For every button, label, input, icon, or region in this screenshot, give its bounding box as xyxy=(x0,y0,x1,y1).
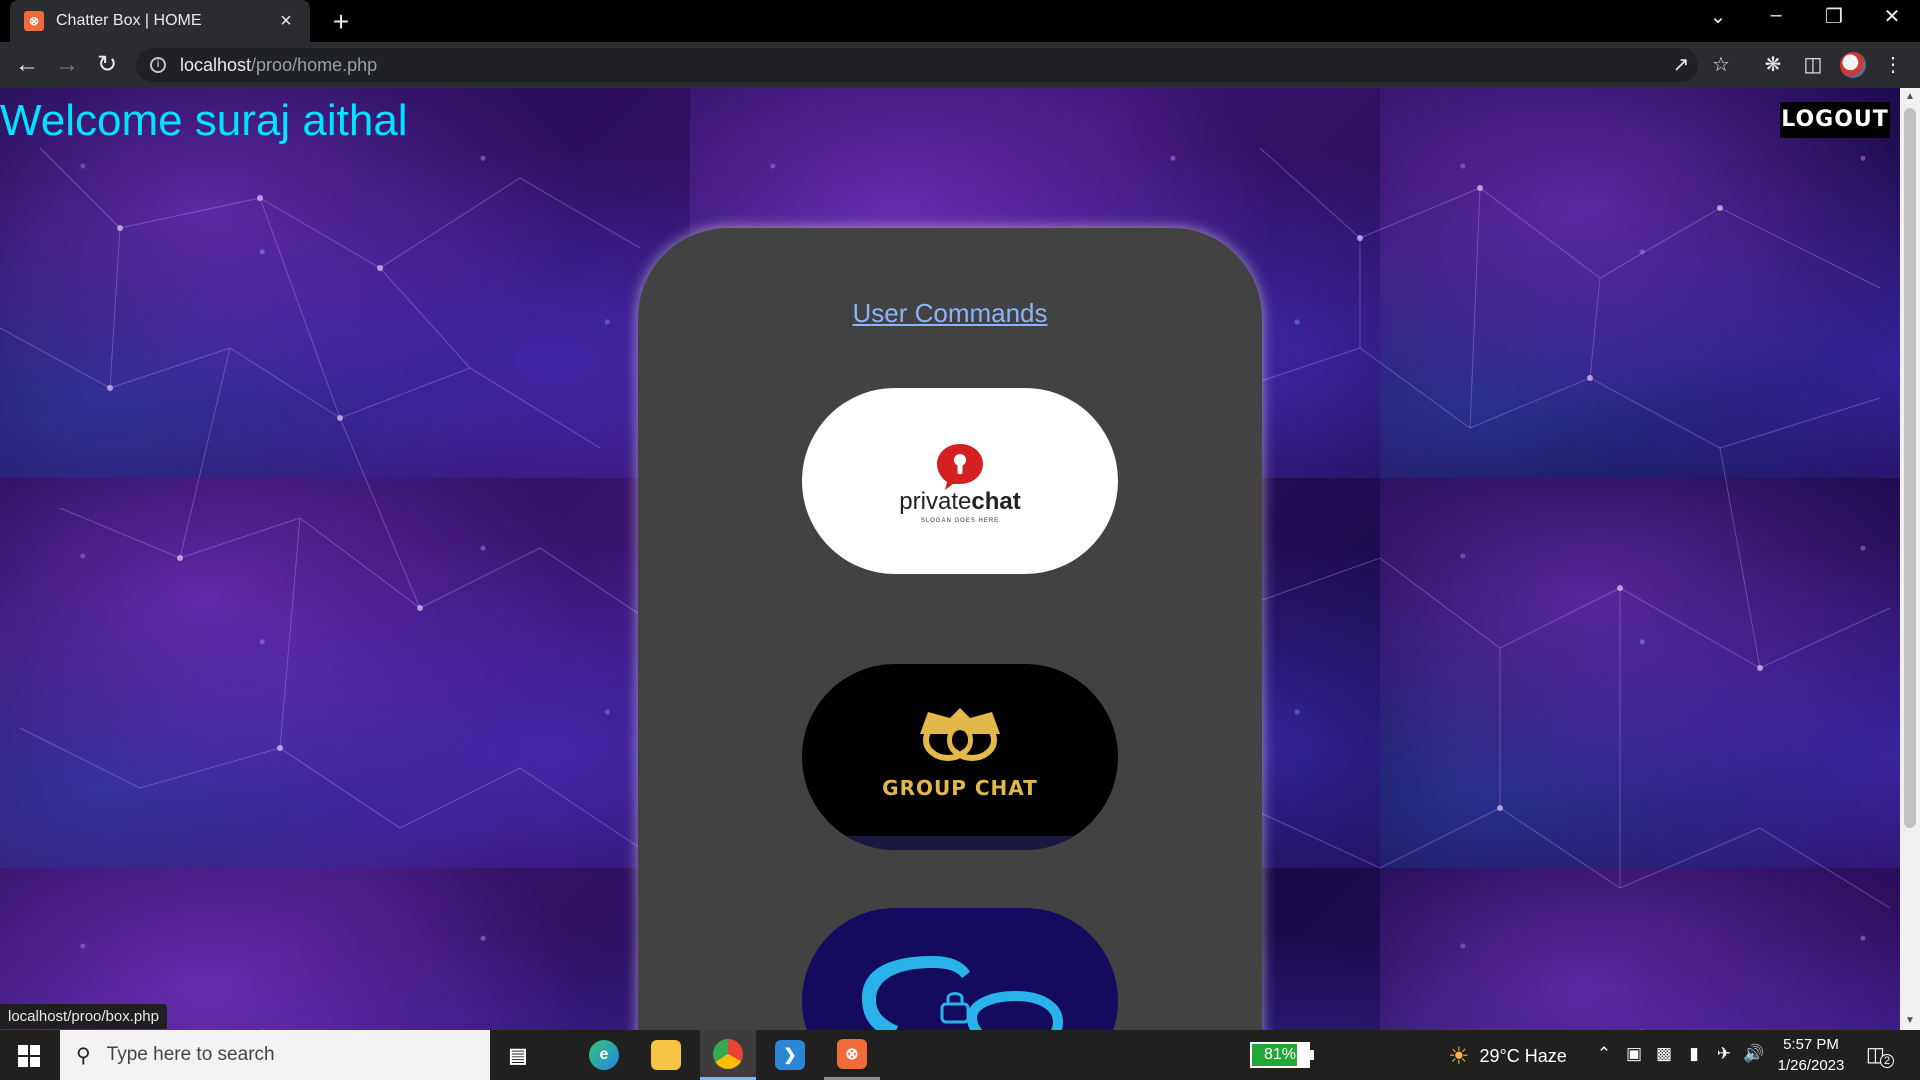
edge-icon: e xyxy=(589,1040,619,1070)
xampp-favicon-icon: ⊗ xyxy=(24,11,44,31)
tab-active[interactable]: ⊗ Chatter Box | HOME × xyxy=(10,0,310,42)
windows-start-icon[interactable] xyxy=(18,1045,40,1067)
private-chat-slogan: SLOGAN GOES HERE xyxy=(920,518,1000,524)
airplane-mode-icon[interactable]: ✈ xyxy=(1712,1044,1736,1064)
scroll-thumb[interactable] xyxy=(1904,108,1916,828)
task-view-button[interactable]: ▤ xyxy=(490,1030,546,1080)
volume-icon[interactable]: 🔊 xyxy=(1742,1044,1766,1064)
url-path: /proo/home.php xyxy=(251,54,378,75)
clock-time: 5:57 PM xyxy=(1783,1036,1839,1053)
private-chat-card[interactable]: privatechat SLOGAN GOES HERE xyxy=(802,388,1118,574)
notification-center-icon[interactable]: ◫ 2 xyxy=(1866,1042,1894,1068)
share-icon[interactable]: ↗ xyxy=(1668,52,1694,77)
logout-button[interactable]: LOGOUT xyxy=(1780,102,1890,138)
system-clock[interactable]: 5:57 PM 1/26/2023 xyxy=(1766,1034,1856,1076)
chrome-icon xyxy=(713,1038,743,1069)
browser-toolbar: ← → ↻ i localhost /proo/home.php ↗ ☆ ❋ ◫… xyxy=(0,42,1920,88)
page-scrollbar[interactable]: ▲ ▼ xyxy=(1900,88,1920,1030)
taskbar-search-box[interactable]: ⚲ Type here to search xyxy=(60,1030,490,1080)
menu-kebab-icon[interactable]: ⋮ xyxy=(1878,50,1908,80)
taskbar-chrome[interactable] xyxy=(700,1030,756,1080)
task-view-icon: ▤ xyxy=(508,1044,528,1067)
weather-widget[interactable]: ☀ 29°C Haze xyxy=(1448,1042,1567,1071)
user-commands-panel: User Commands privatechat SLOGAN GOES HE… xyxy=(638,228,1262,1030)
tab-strip: ⊗ Chatter Box | HOME × + ⌄ – ❐ ✕ xyxy=(0,0,1920,42)
group-chat-wordmark: GROUP CHAT xyxy=(882,776,1038,800)
battery-nub xyxy=(1310,1050,1314,1060)
scroll-up-arrow-icon[interactable]: ▲ xyxy=(1900,88,1920,106)
minimize-button[interactable]: – xyxy=(1756,4,1796,27)
private-chat-name-light: private xyxy=(899,488,972,515)
profile-avatar[interactable] xyxy=(1840,52,1866,78)
show-hidden-icons-chevron-icon[interactable]: ⌃ xyxy=(1592,1044,1616,1064)
side-panel-icon[interactable]: ◫ xyxy=(1798,50,1828,80)
extensions-puzzle-icon[interactable]: ❋ xyxy=(1758,50,1788,80)
taskbar-xampp[interactable]: ⊗ xyxy=(824,1030,880,1080)
tab-search-chevron-icon[interactable]: ⌄ xyxy=(1698,4,1738,29)
status-bar-url: localhost/proo/box.php xyxy=(0,1004,167,1029)
group-chat-footer-strip xyxy=(802,836,1118,850)
restore-button[interactable]: ❐ xyxy=(1814,4,1854,29)
haze-sun-icon: ☀ xyxy=(1448,1043,1470,1070)
reload-icon[interactable]: ↻ xyxy=(92,50,122,80)
new-tab-button[interactable]: + xyxy=(326,6,356,38)
taskbar-vscode[interactable]: ❯ xyxy=(762,1030,818,1080)
tab-close-icon[interactable]: × xyxy=(276,10,296,33)
xampp-icon: ⊗ xyxy=(837,1038,867,1069)
folder-icon xyxy=(651,1040,681,1070)
battery-percent: 81% xyxy=(1263,1046,1297,1063)
vscode-icon: ❯ xyxy=(775,1040,805,1070)
search-placeholder: Type here to search xyxy=(106,1044,275,1065)
device-icon[interactable]: ▩ xyxy=(1652,1044,1676,1064)
battery-indicator[interactable]: 81% xyxy=(1250,1042,1314,1068)
keyhole-chat-bubble-icon xyxy=(802,440,1118,495)
welcome-heading: Welcome suraj aithal xyxy=(0,96,408,145)
tab-title: Chatter Box | HOME xyxy=(56,12,202,29)
bookmark-star-icon[interactable]: ☆ xyxy=(1708,52,1734,77)
windows-taskbar: ⚲ Type here to search ▤ e ❯ ⊗ 81% ☀ 29°C… xyxy=(0,1030,1920,1080)
notification-count: 2 xyxy=(1880,1054,1894,1068)
taskbar-file-explorer[interactable] xyxy=(638,1030,694,1080)
close-window-button[interactable]: ✕ xyxy=(1872,4,1912,29)
battery-tray-icon[interactable]: ▮ xyxy=(1682,1044,1706,1064)
address-bar[interactable]: i localhost /proo/home.php xyxy=(136,48,1698,82)
user-commands-link[interactable]: User Commands xyxy=(638,298,1262,329)
private-chat-wordmark: privatechat xyxy=(802,488,1118,516)
private-chat-name-bold: chat xyxy=(971,488,1021,515)
scroll-down-arrow-icon[interactable]: ▼ xyxy=(1900,1012,1920,1030)
clock-date: 1/26/2023 xyxy=(1777,1057,1845,1074)
url-host: localhost xyxy=(180,54,252,75)
site-info-icon[interactable]: i xyxy=(150,57,166,73)
group-chat-card[interactable]: GROUP CHAT xyxy=(802,664,1118,850)
secure-chat-card[interactable] xyxy=(802,908,1118,1030)
back-arrow-icon[interactable]: ← xyxy=(12,50,42,80)
forward-arrow-icon[interactable]: → xyxy=(52,50,82,80)
secure-chat-bubbles-icon xyxy=(862,956,1064,1030)
page-viewport: Welcome suraj aithal LOGOUT User Command… xyxy=(0,88,1900,1030)
meet-now-icon[interactable]: ▣ xyxy=(1622,1044,1646,1064)
taskbar-edge[interactable]: e xyxy=(576,1030,632,1080)
weather-text: 29°C Haze xyxy=(1479,1046,1567,1066)
group-chat-rings-icon xyxy=(802,704,1118,771)
search-icon: ⚲ xyxy=(76,1044,91,1067)
